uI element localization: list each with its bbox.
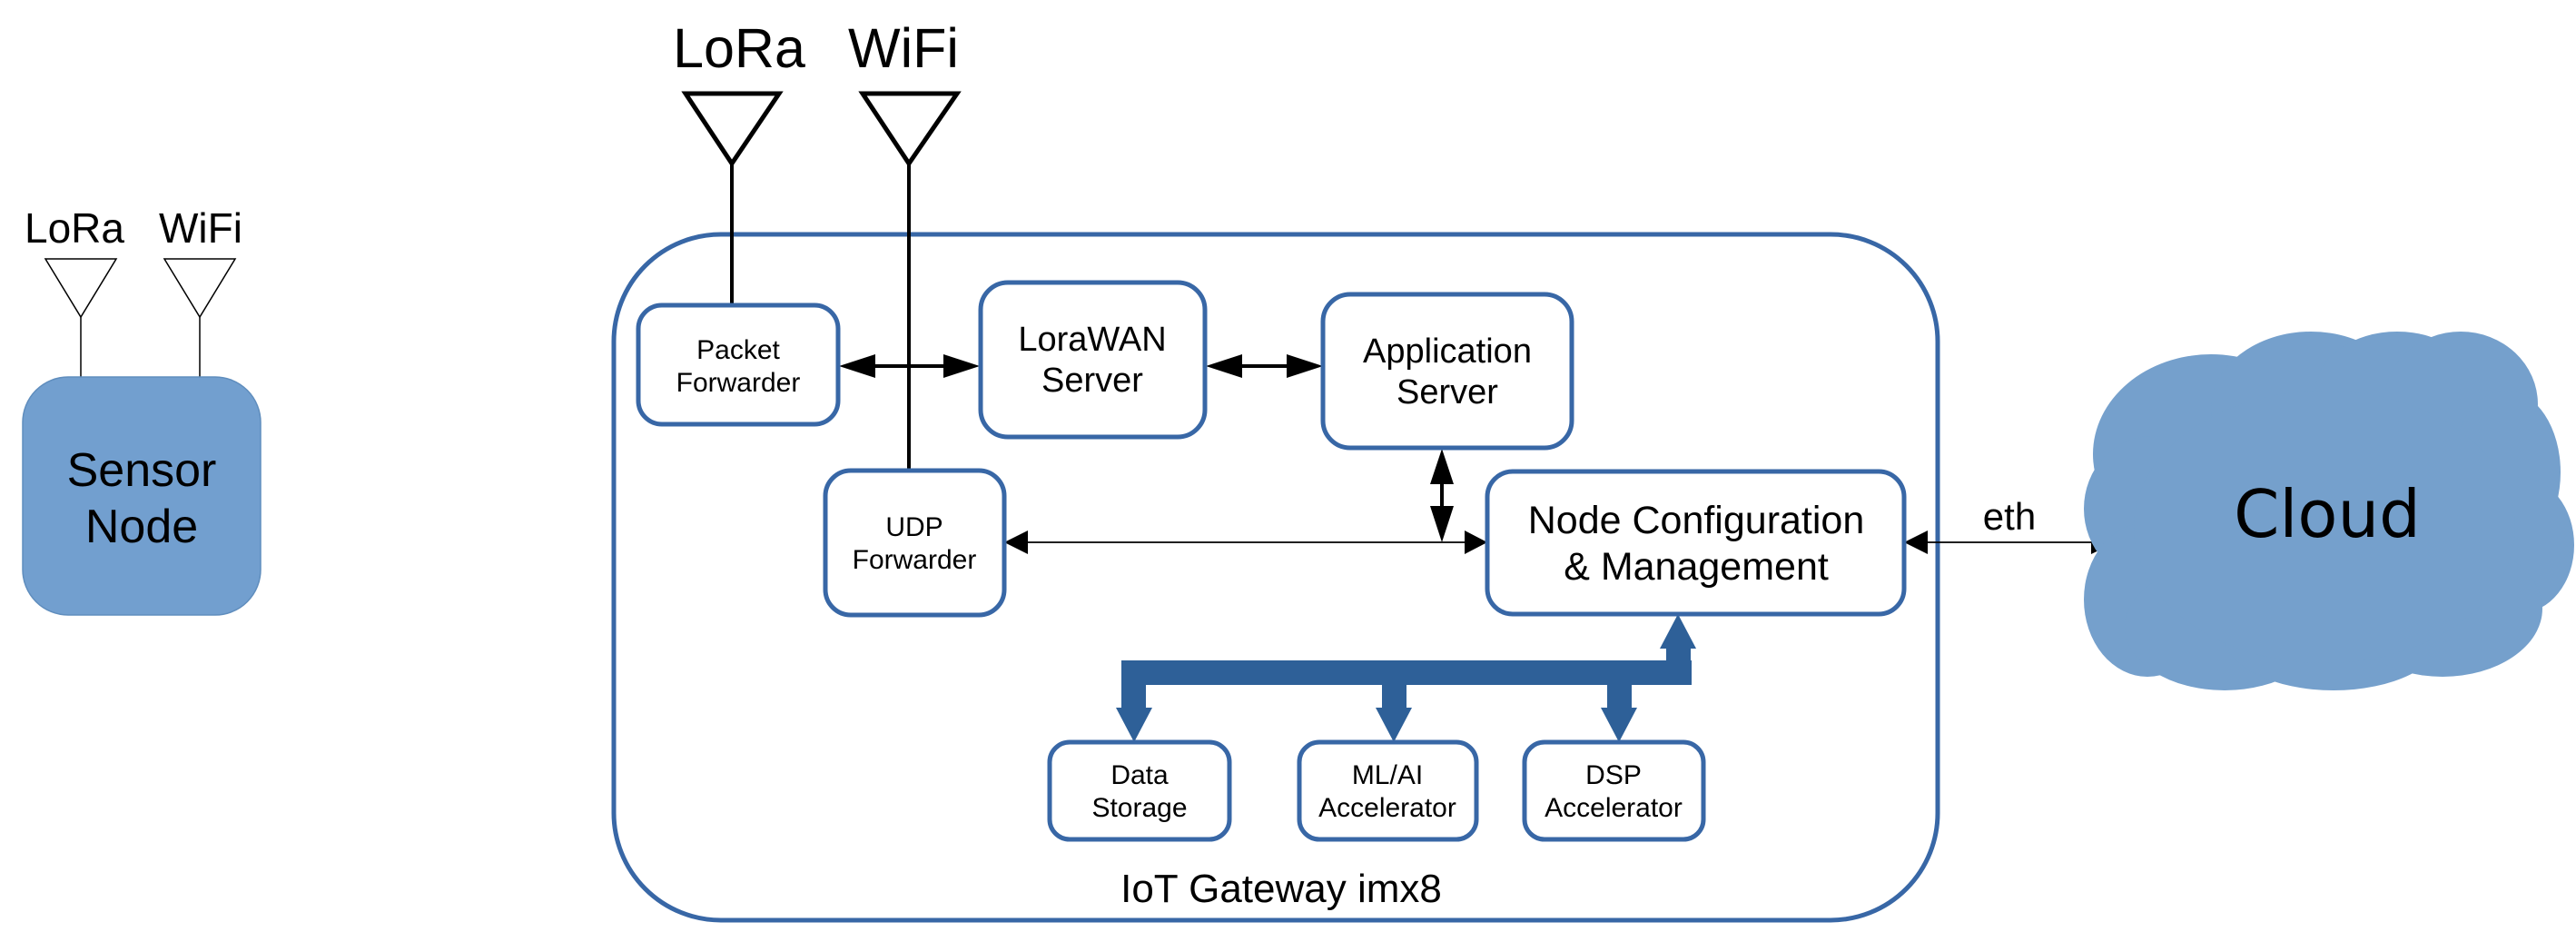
arrow-application-node-config <box>1430 449 1454 542</box>
lorawan-server-line2: Server <box>1041 362 1143 400</box>
internal-bus <box>1116 614 1696 742</box>
antenna-icon <box>858 91 962 471</box>
application-server-line2: Server <box>1397 373 1498 412</box>
node-config-block[interactable]: Node Configuration & Management <box>1485 469 1907 617</box>
node-config-line2: & Management <box>1564 545 1829 589</box>
packet-forwarder-line1: Packet <box>696 335 780 365</box>
lorawan-server-block[interactable]: LoraWAN Server <box>978 280 1208 440</box>
sensor-node-label-line1: Sensor <box>67 444 217 497</box>
application-server-line1: Application <box>1363 332 1532 371</box>
dsp-accelerator-block[interactable]: DSP Accelerator <box>1522 739 1706 842</box>
data-storage-block[interactable]: Data Storage <box>1047 739 1232 842</box>
bus-arrow-down-data-storage <box>1116 708 1152 742</box>
bus-arrow-down-dsp <box>1601 708 1637 742</box>
arrow-lorawan-application <box>1206 354 1323 378</box>
gateway-lora-label: LoRa <box>673 17 805 79</box>
packet-forwarder-line2: Forwarder <box>676 368 801 398</box>
bus-arrow-down-ml-ai <box>1376 708 1412 742</box>
cloud-group[interactable]: Cloud <box>2084 332 2574 690</box>
gateway-title: IoT Gateway imx8 <box>1120 867 1442 911</box>
ml-ai-line2: Accelerator <box>1318 793 1456 823</box>
data-storage-line1: Data <box>1110 760 1169 790</box>
udp-forwarder-line1: UDP <box>885 512 943 542</box>
arrow-udp-node-config <box>1004 531 1487 554</box>
ml-ai-line1: ML/AI <box>1352 760 1423 790</box>
gateway-wifi-label: WiFi <box>848 17 959 79</box>
lorawan-server-line1: LoraWAN <box>1018 321 1166 359</box>
antenna-icon <box>44 258 118 377</box>
iot-architecture-diagram: LoRa WiFi Sensor Node IoT Gateway imx8 L… <box>22 17 2574 923</box>
eth-label: eth <box>1983 495 2036 538</box>
sensor-node-group: LoRa WiFi Sensor Node <box>22 204 262 616</box>
cloud-label: Cloud <box>2234 476 2421 552</box>
sensor-node-label-line2: Node <box>85 501 198 553</box>
data-storage-line2: Storage <box>1091 793 1187 823</box>
sensor-wifi-label: WiFi <box>159 204 242 252</box>
antenna-icon <box>163 258 237 377</box>
udp-forwarder-block[interactable]: UDP Forwarder <box>823 468 1007 618</box>
ml-ai-accelerator-block[interactable]: ML/AI Accelerator <box>1297 739 1479 842</box>
dsp-line1: DSP <box>1585 760 1642 790</box>
dsp-line2: Accelerator <box>1545 793 1683 823</box>
application-server-block[interactable]: Application Server <box>1320 292 1574 451</box>
node-config-line1: Node Configuration <box>1528 499 1865 542</box>
bus-arrow-up-node-config <box>1660 614 1696 649</box>
antenna-icon <box>681 91 784 305</box>
packet-forwarder-block[interactable]: Packet Forwarder <box>636 302 841 427</box>
udp-forwarder-line2: Forwarder <box>853 545 977 575</box>
sensor-lora-label: LoRa <box>25 204 124 252</box>
